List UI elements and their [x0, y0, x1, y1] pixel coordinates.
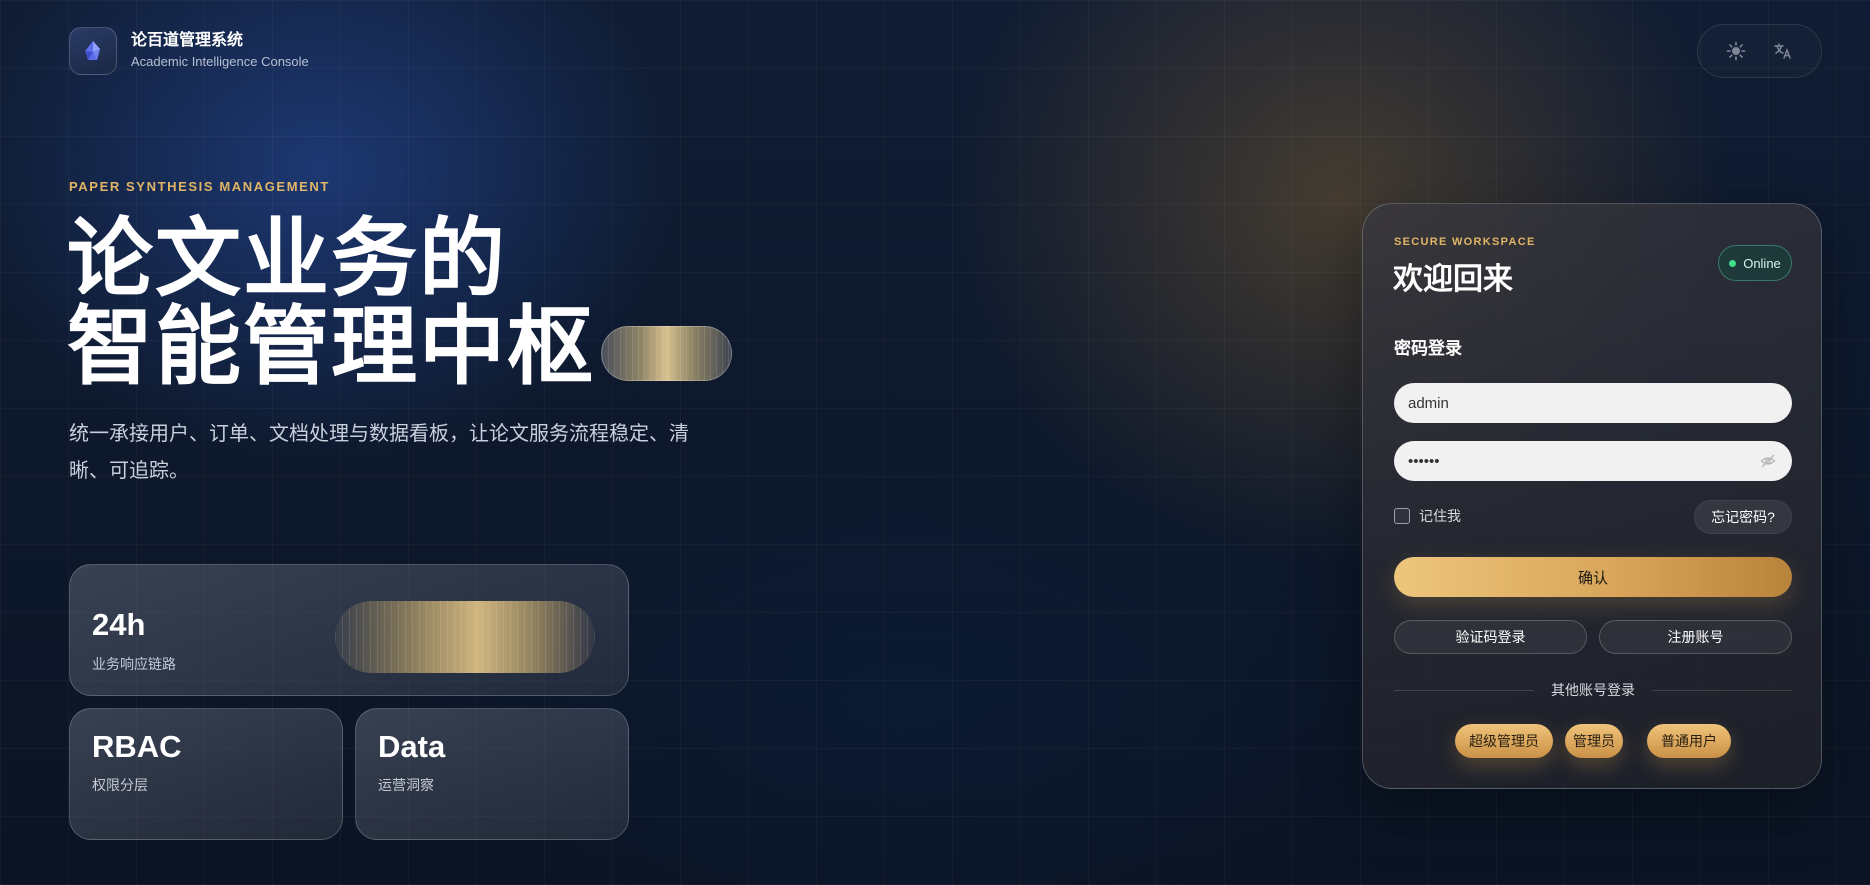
username-field[interactable]: admin — [1394, 383, 1792, 423]
remember-me[interactable]: 记住我 — [1394, 506, 1461, 526]
login-title: 欢迎回来 — [1393, 263, 1513, 296]
password-field[interactable]: •••••• — [1394, 441, 1792, 481]
stat-label: 业务响应链路 — [92, 656, 176, 672]
stat-card-rbac: RBAC 权限分层 — [69, 708, 343, 840]
stat-label: 权限分层 — [92, 777, 148, 793]
status-dot-icon — [1729, 259, 1737, 267]
stat-value: Data — [378, 729, 446, 764]
translate-icon[interactable] — [1765, 33, 1801, 69]
register-button[interactable]: 注册账号 — [1599, 620, 1792, 654]
login-method-title: 密码登录 — [1394, 339, 1462, 358]
eye-off-icon[interactable] — [1758, 451, 1778, 471]
crystal-logo-icon — [69, 27, 117, 75]
login-eyebrow: SECURE WORKSPACE — [1394, 236, 1536, 248]
stat-value: RBAC — [92, 729, 182, 764]
remember-label: 记住我 — [1419, 508, 1461, 524]
brand[interactable]: 论百道管理系统 Academic Intelligence Console — [69, 27, 309, 75]
stat-decorative-bar — [335, 601, 595, 673]
account-user-button[interactable]: 普通用户 — [1647, 724, 1731, 758]
stat-label: 运营洞察 — [378, 777, 434, 793]
username-value: admin — [1408, 394, 1449, 412]
status-text: Online — [1743, 255, 1781, 271]
forgot-password-button[interactable]: 忘记密码? — [1694, 500, 1792, 534]
divider-right — [1652, 690, 1792, 691]
top-controls — [1697, 24, 1822, 78]
hero-title: 论文业务的 智能管理中枢 — [67, 215, 595, 391]
login-panel: SECURE WORKSPACE 欢迎回来 Online 密码登录 admin … — [1362, 203, 1822, 789]
stat-card-data: Data 运营洞察 — [355, 708, 629, 840]
stat-value: 24h — [92, 607, 146, 642]
brand-subtitle: Academic Intelligence Console — [131, 54, 309, 69]
hero-description: 统一承接用户、订单、文档处理与数据看板，让论文服务流程稳定、清晰、可追踪。 — [69, 423, 689, 482]
status-badge: Online — [1718, 245, 1792, 281]
account-admin-button[interactable]: 管理员 — [1565, 724, 1623, 758]
account-super-admin-button[interactable]: 超级管理员 — [1455, 724, 1553, 758]
remember-checkbox[interactable] — [1394, 508, 1410, 524]
hero-eyebrow: PAPER SYNTHESIS MANAGEMENT — [69, 179, 330, 194]
confirm-button[interactable]: 确认 — [1394, 557, 1792, 597]
hero-title-line2: 智能管理中枢 — [67, 299, 595, 395]
stat-card-response: 24h 业务响应链路 — [69, 564, 629, 696]
sms-login-button[interactable]: 验证码登录 — [1394, 620, 1587, 654]
hero-title-line1: 论文业务的 — [67, 211, 507, 307]
password-value: •••••• — [1408, 452, 1440, 470]
brand-title: 论百道管理系统 — [131, 32, 244, 49]
hero-decorative-pill — [601, 326, 732, 381]
sun-icon[interactable] — [1718, 33, 1754, 69]
